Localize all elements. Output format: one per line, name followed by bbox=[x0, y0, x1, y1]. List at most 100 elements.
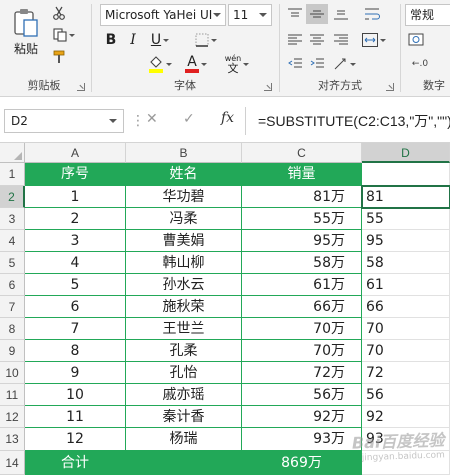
align-center-button[interactable] bbox=[306, 30, 328, 50]
table-cell-index[interactable]: 11 bbox=[25, 406, 126, 428]
row-header[interactable]: 10 bbox=[0, 362, 25, 384]
table-cell-name[interactable]: 杨瑞 bbox=[126, 428, 242, 451]
column-header-d[interactable]: D bbox=[362, 143, 450, 163]
table-cell-sales[interactable]: 92万 bbox=[242, 406, 362, 428]
header-cell-b[interactable]: 姓名 bbox=[126, 163, 242, 186]
alignment-launcher-icon[interactable] bbox=[386, 83, 394, 91]
table-cell-name[interactable]: 华功碧 bbox=[126, 186, 242, 208]
table-cell-sales[interactable]: 56万 bbox=[242, 384, 362, 406]
table-cell-sales[interactable]: 72万 bbox=[242, 362, 362, 384]
table-cell-sales[interactable]: 70万 bbox=[242, 318, 362, 340]
row-header[interactable]: 4 bbox=[0, 230, 25, 252]
cancel-button[interactable]: ✕ bbox=[146, 111, 158, 127]
table-cell-index[interactable]: 10 bbox=[25, 384, 126, 406]
table-cell-index[interactable]: 5 bbox=[25, 274, 126, 296]
table-cell-result[interactable]: 72 bbox=[362, 362, 450, 384]
align-bottom-button[interactable] bbox=[330, 4, 352, 24]
row-header[interactable]: 12 bbox=[0, 406, 25, 428]
table-cell-result[interactable]: 56 bbox=[362, 384, 450, 406]
underline-button[interactable]: U bbox=[146, 30, 174, 50]
table-cell-result[interactable]: 55 bbox=[362, 208, 450, 230]
table-cell-name[interactable]: 韩山柳 bbox=[126, 252, 242, 274]
clipboard-launcher-icon[interactable] bbox=[77, 83, 85, 91]
header-cell-a[interactable]: 序号 bbox=[25, 163, 126, 186]
table-cell-name[interactable]: 孔怡 bbox=[126, 362, 242, 384]
cell-d1[interactable] bbox=[362, 163, 450, 186]
worksheet-grid[interactable]: A B C D 1 2 3 4 5 6 7 8 9 10 11 12 13 14 序号 姓名 销量 1 华功碧 81万… bbox=[0, 143, 450, 475]
table-cell-index[interactable]: 9 bbox=[25, 362, 126, 384]
name-box[interactable]: D2 bbox=[4, 109, 124, 133]
align-right-button[interactable] bbox=[330, 30, 352, 50]
accounting-format-button[interactable] bbox=[405, 30, 427, 50]
font-launcher-icon[interactable] bbox=[264, 83, 272, 91]
table-cell-index[interactable]: 12 bbox=[25, 428, 126, 451]
increase-decimal-button[interactable]: ←.0 bbox=[409, 54, 431, 74]
table-cell-name[interactable]: 曹美娟 bbox=[126, 230, 242, 252]
table-cell-sales[interactable]: 93万 bbox=[242, 428, 362, 451]
total-empty-cell[interactable] bbox=[126, 451, 242, 475]
wrap-text-button[interactable] bbox=[358, 4, 388, 24]
copy-button[interactable] bbox=[50, 26, 78, 44]
table-cell-sales[interactable]: 70万 bbox=[242, 340, 362, 362]
increase-indent-button[interactable] bbox=[306, 54, 328, 74]
total-label-cell[interactable]: 合计 bbox=[25, 451, 126, 475]
align-top-button[interactable] bbox=[284, 4, 306, 24]
enter-button[interactable]: ✓ bbox=[183, 111, 195, 127]
table-cell-sales[interactable]: 55万 bbox=[242, 208, 362, 230]
table-cell-name[interactable]: 冯柔 bbox=[126, 208, 242, 230]
phonetic-button[interactable]: wén 文 bbox=[220, 52, 254, 76]
align-left-button[interactable] bbox=[284, 30, 306, 50]
font-name-select[interactable]: Microsoft YaHei UI bbox=[100, 4, 226, 26]
row-header[interactable]: 3 bbox=[0, 208, 25, 230]
number-format-select[interactable]: 常规 bbox=[405, 4, 450, 26]
table-cell-index[interactable]: 7 bbox=[25, 318, 126, 340]
row-header[interactable]: 2 bbox=[0, 186, 25, 208]
merge-center-button[interactable] bbox=[358, 30, 390, 50]
cut-button[interactable] bbox=[50, 4, 68, 22]
table-cell-result[interactable]: 92 bbox=[362, 406, 450, 428]
table-cell-name[interactable]: 秦计香 bbox=[126, 406, 242, 428]
table-cell-index[interactable]: 8 bbox=[25, 340, 126, 362]
table-cell-result[interactable]: 58 bbox=[362, 252, 450, 274]
format-painter-button[interactable] bbox=[50, 48, 68, 66]
row-header[interactable]: 7 bbox=[0, 296, 25, 318]
insert-function-button[interactable]: fx bbox=[221, 110, 234, 126]
table-cell-result[interactable]: 61 bbox=[362, 274, 450, 296]
orientation-button[interactable] bbox=[330, 54, 360, 74]
select-all-button[interactable] bbox=[0, 143, 25, 163]
borders-button[interactable] bbox=[192, 30, 220, 50]
row-header[interactable]: 6 bbox=[0, 274, 25, 296]
column-header-a[interactable]: A bbox=[25, 143, 126, 163]
table-cell-sales[interactable]: 58万 bbox=[242, 252, 362, 274]
table-cell-result[interactable]: 66 bbox=[362, 296, 450, 318]
table-cell-result[interactable]: 81 bbox=[362, 186, 450, 208]
row-header[interactable]: 1 bbox=[0, 163, 25, 186]
table-cell-index[interactable]: 4 bbox=[25, 252, 126, 274]
table-cell-sales[interactable]: 95万 bbox=[242, 230, 362, 252]
paste-button[interactable]: 粘贴 bbox=[6, 4, 46, 60]
table-cell-sales[interactable]: 66万 bbox=[242, 296, 362, 318]
fill-color-button[interactable] bbox=[146, 54, 174, 74]
font-size-select[interactable]: 11 bbox=[228, 4, 272, 26]
table-cell-index[interactable]: 3 bbox=[25, 230, 126, 252]
bold-button[interactable]: B bbox=[102, 30, 120, 50]
font-color-button[interactable]: A bbox=[182, 54, 210, 74]
row-header[interactable]: 11 bbox=[0, 384, 25, 406]
table-cell-name[interactable]: 孙水云 bbox=[126, 274, 242, 296]
table-cell-index[interactable]: 2 bbox=[25, 208, 126, 230]
table-cell-result[interactable]: 70 bbox=[362, 318, 450, 340]
table-cell-sales[interactable]: 61万 bbox=[242, 274, 362, 296]
table-cell-result[interactable]: 70 bbox=[362, 340, 450, 362]
row-header[interactable]: 5 bbox=[0, 252, 25, 274]
table-cell-index[interactable]: 1 bbox=[25, 186, 126, 208]
row-header[interactable]: 14 bbox=[0, 451, 25, 475]
total-value-cell[interactable]: 869万 bbox=[242, 451, 362, 475]
column-header-c[interactable]: C bbox=[242, 143, 362, 163]
header-cell-c[interactable]: 销量 bbox=[242, 163, 362, 186]
formula-bar-grip-icon[interactable]: ⋮ bbox=[131, 113, 145, 129]
table-cell-name[interactable]: 戚亦瑶 bbox=[126, 384, 242, 406]
row-header[interactable]: 9 bbox=[0, 340, 25, 362]
row-header[interactable]: 8 bbox=[0, 318, 25, 340]
decrease-indent-button[interactable] bbox=[284, 54, 306, 74]
align-middle-button[interactable] bbox=[306, 4, 328, 24]
